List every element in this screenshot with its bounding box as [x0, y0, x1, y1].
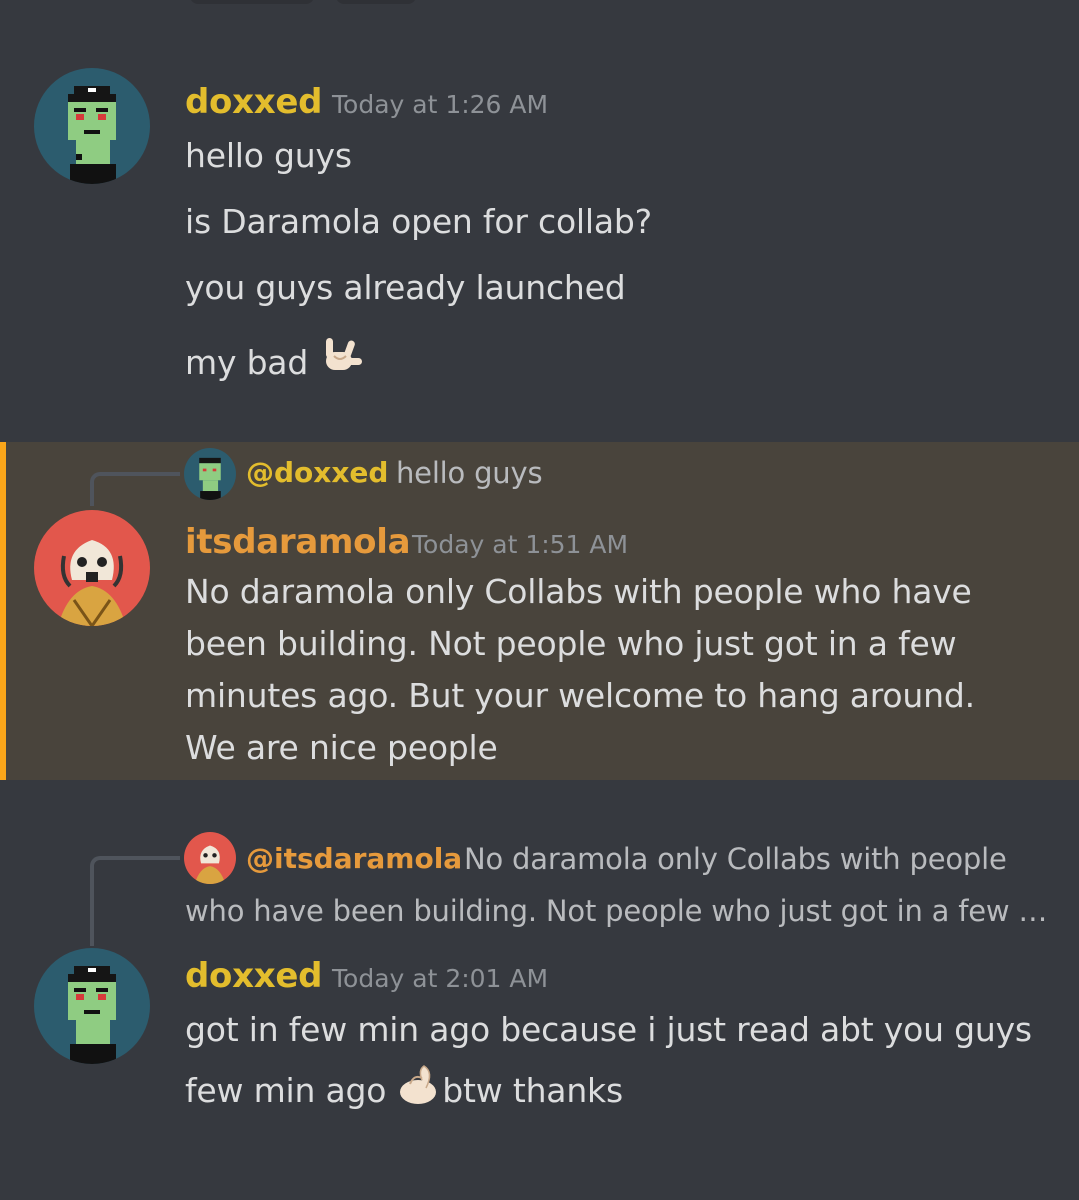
username[interactable]: doxxed — [185, 82, 322, 122]
message-text: my bad — [185, 334, 364, 395]
message-text-content: my bad — [185, 343, 309, 382]
message-text: No daramola only Collabs with people who… — [185, 572, 972, 611]
message-text: hello guys — [185, 136, 352, 175]
message-text: you guys already launched — [185, 268, 626, 307]
message-text: been building. Not people who just got i… — [185, 624, 957, 663]
avatar-doxxed[interactable] — [34, 948, 150, 1064]
reply-preview-text[interactable]: hello guys — [396, 456, 543, 490]
username[interactable]: itsdaramola — [185, 522, 411, 562]
reply-spine — [90, 472, 180, 506]
username[interactable]: doxxed — [185, 956, 322, 996]
message-text: is Daramola open for collab? — [185, 202, 652, 241]
reply-mention[interactable]: @doxxed — [246, 456, 388, 489]
message-text: got in few min ago because i just read a… — [185, 1010, 1032, 1049]
reply-mention[interactable]: @itsdaramola — [246, 842, 462, 875]
message-text-content: btw thanks — [442, 1071, 623, 1110]
reply-preview-text[interactable]: No daramola only Collabs with people — [464, 842, 1007, 876]
message-text: We are nice people — [185, 728, 498, 767]
pinching-hand-icon — [396, 1062, 442, 1123]
avatar-doxxed[interactable] — [34, 68, 150, 184]
reply-preview-text[interactable]: who have been building. Not people who j… — [185, 894, 1047, 928]
reply-spine — [90, 856, 180, 946]
timestamp: Today at 2:01 AM — [332, 964, 549, 993]
sign-of-horns-icon — [318, 334, 364, 395]
reply-avatar-itsdaramola[interactable] — [184, 832, 236, 884]
avatar-itsdaramola[interactable] — [34, 510, 150, 626]
message-text-content: few min ago — [185, 1071, 387, 1110]
message-group-highlighted: @doxxed hello guys itsdaramola Today at … — [0, 442, 1079, 780]
message-text: minutes ago. But your welcome to hang ar… — [185, 676, 975, 715]
reply-avatar-doxxed[interactable] — [184, 448, 236, 500]
message-text: few min ago btw thanks — [185, 1062, 623, 1123]
message-group: doxxed Today at 1:26 AM hello guys is Da… — [0, 0, 1079, 440]
mention-highlight-bar — [0, 442, 6, 780]
timestamp: Today at 1:51 AM — [412, 530, 629, 559]
timestamp: Today at 1:26 AM — [332, 90, 549, 119]
message-group: @itsdaramola No daramola only Collabs wi… — [0, 780, 1079, 1200]
